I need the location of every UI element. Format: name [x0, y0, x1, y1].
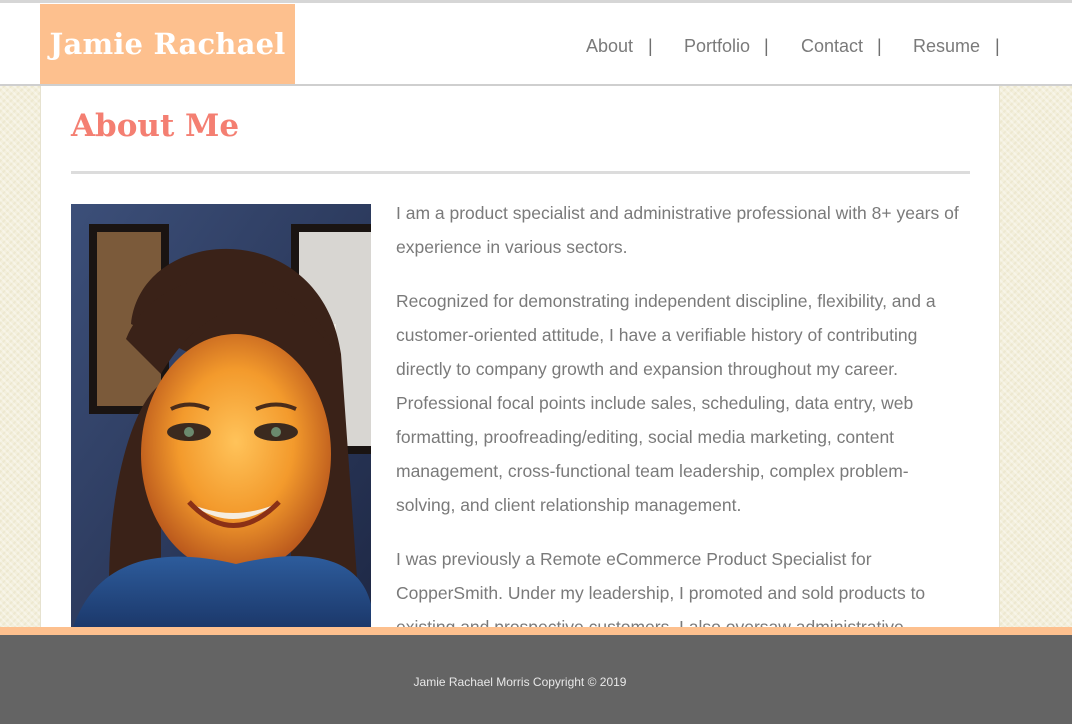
- title-divider: [71, 171, 970, 174]
- nav-separator: |: [877, 36, 882, 56]
- about-paragraph-2: Recognized for demonstrating independent…: [396, 291, 936, 515]
- about-paragraph-3: I was previously a Remote eCommerce Prod…: [396, 549, 926, 627]
- nav-separator: |: [995, 36, 1000, 56]
- nav-link-resume[interactable]: Resume: [913, 36, 980, 57]
- page-title: About Me: [71, 108, 240, 144]
- logo-text: Jamie Rachael: [49, 27, 286, 61]
- about-section: About Me I am a product specialist and a…: [40, 86, 1000, 627]
- nav-link-contact[interactable]: Contact: [801, 36, 863, 57]
- site-header: Jamie Rachael About | Portfolio | Contac…: [0, 0, 1072, 86]
- nav-separator: |: [648, 36, 653, 56]
- about-paragraph-1: I am a product specialist and administra…: [396, 203, 959, 257]
- profile-photo: [71, 204, 371, 627]
- footer-accent-stripe: [0, 627, 1072, 635]
- copyright-text: Jamie Rachael Morris Copyright © 2019: [413, 675, 627, 689]
- nav-link-portfolio[interactable]: Portfolio: [684, 36, 750, 57]
- site-logo[interactable]: Jamie Rachael: [40, 4, 295, 84]
- nav-separator: |: [764, 36, 769, 56]
- nav-link-about[interactable]: About: [586, 36, 633, 57]
- about-text: I am a product specialist and administra…: [396, 196, 966, 627]
- site-footer: Jamie Rachael Morris Copyright © 2019: [0, 635, 1072, 724]
